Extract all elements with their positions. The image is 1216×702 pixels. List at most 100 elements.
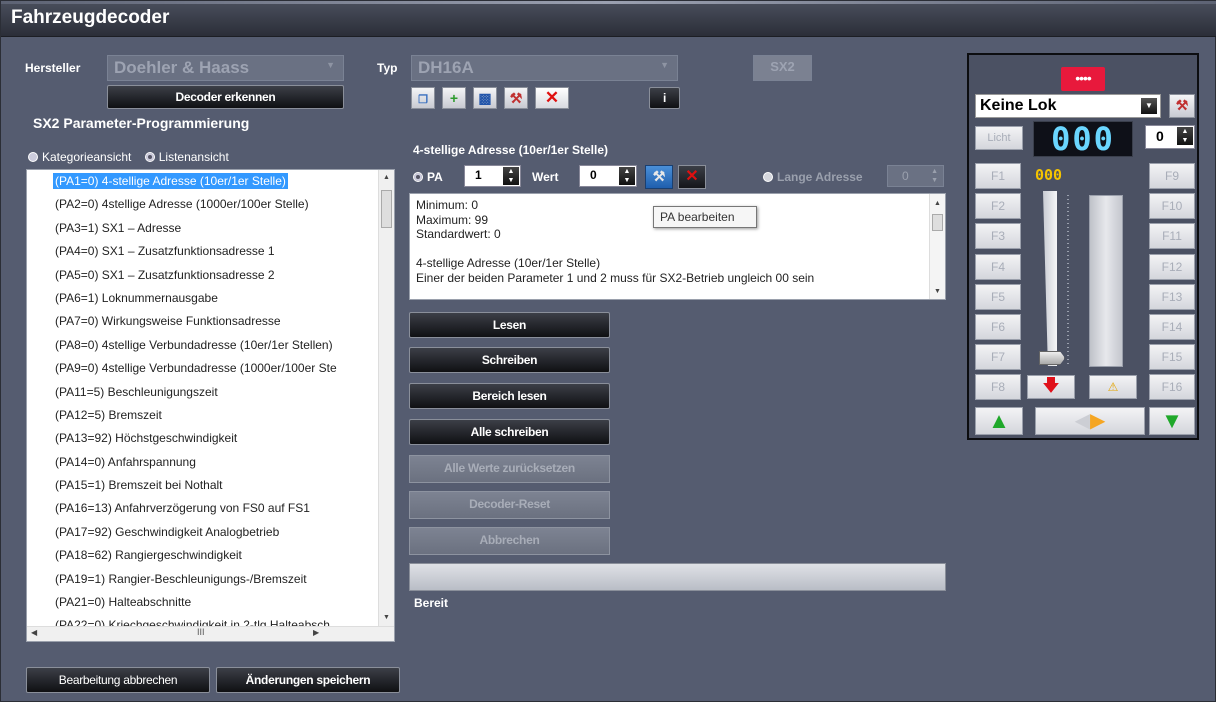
parameter-list-item[interactable]: (PA13=92) Höchstgeschwindigkeit — [27, 427, 379, 450]
parameter-list-item[interactable]: (PA6=1) Loknummernausgabe — [27, 287, 379, 310]
save-icon[interactable]: ▩ — [473, 87, 497, 109]
speed-slider-handle[interactable] — [1039, 351, 1065, 365]
parameter-list-item[interactable]: (PA17=92) Geschwindigkeit Analogbetrieb — [27, 521, 379, 544]
parameter-list-item[interactable]: (PA8=0) 4stellige Verbundadresse (10er/1… — [27, 334, 379, 357]
function-key-f2[interactable]: F2 — [975, 193, 1021, 220]
horizontal-scrollbar[interactable]: ◀ III ▶ — [27, 626, 394, 641]
info-button[interactable]: i — [649, 87, 680, 109]
function-key-f13[interactable]: F13 — [1149, 283, 1195, 310]
detect-decoder-button[interactable]: Decoder erkennen — [107, 85, 344, 109]
function-key-f11[interactable]: F11 — [1149, 223, 1195, 250]
parameter-list-item[interactable]: (PA5=0) SX1 – Zusatzfunktionsadresse 2 — [27, 264, 379, 287]
function-key-f9[interactable]: F9 — [1149, 163, 1195, 189]
parameter-label: (PA3=1) SX1 – Adresse — [55, 220, 182, 235]
category-view-radio[interactable]: Kategorieansicht — [28, 150, 131, 164]
copy-icon[interactable]: ❐ — [411, 87, 435, 109]
cancel-edit-button[interactable]: Bearbeitung abbrechen — [26, 667, 210, 693]
function-key-f16[interactable]: F16 — [1149, 374, 1195, 401]
type-value: DH16A — [418, 58, 474, 77]
parameter-list-item[interactable]: (PA18=62) Rangiergeschwindigkeit — [27, 544, 379, 567]
stepper-arrows-icon[interactable]: ▲ ▼ — [619, 167, 635, 185]
direction-reverse-icon[interactable]: ▼ — [1149, 407, 1195, 435]
delete-icon[interactable]: ✕ — [535, 87, 569, 109]
long-address-stepper[interactable]: 0 ▲ ▼ — [887, 165, 944, 187]
parameter-list-item[interactable]: (PA15=1) Bremszeit bei Nothalt — [27, 474, 379, 497]
edit-pa-wrench-icon[interactable]: ⚒ — [645, 165, 673, 189]
scroll-down-icon[interactable]: ▼ — [934, 285, 941, 300]
parameter-list-item[interactable]: (PA19=1) Rangier-Beschleunigungs-/Bremsz… — [27, 568, 379, 591]
read-range-button[interactable]: Bereich lesen — [409, 383, 610, 409]
cancel-operation-button[interactable]: Abbrechen — [409, 527, 610, 555]
scroll-up-icon[interactable]: ▲ — [383, 174, 390, 181]
loco-dropdown[interactable]: Keine Lok ▼ — [975, 94, 1161, 118]
scroll-down-icon[interactable]: ▼ — [383, 614, 390, 621]
function-key-f15[interactable]: F15 — [1149, 344, 1195, 371]
write-button[interactable]: Schreiben — [409, 347, 610, 373]
vertical-scrollbar[interactable]: ▲ ▼ — [378, 170, 394, 628]
stepper-arrows-icon[interactable]: ▲ ▼ — [1177, 127, 1193, 145]
parameter-list-item[interactable]: (PA16=13) Anfahrverzögerung von FS0 auf … — [27, 497, 379, 520]
info-scrollbar[interactable]: ▲ ▼ — [929, 194, 945, 299]
parameter-label: (PA9=0) 4stellige Verbundadresse (1000er… — [55, 361, 337, 376]
scroll-left-icon[interactable]: ◀ — [31, 628, 37, 637]
decoder-window: Fahrzeugdecoder Hersteller Doehler & Haa… — [0, 0, 1216, 702]
parameter-list-item[interactable]: (PA14=0) Anfahrspannung — [27, 451, 379, 474]
write-all-button[interactable]: Alle schreiben — [409, 419, 610, 445]
function-key-f3[interactable]: F3 — [975, 223, 1021, 250]
wrench-icon[interactable]: ⚒ — [504, 87, 528, 109]
delete-pa-icon[interactable]: ✕ — [678, 165, 706, 189]
parameter-list-item[interactable]: (PA4=0) SX1 – Zusatzfunktionsadresse 1 — [27, 240, 379, 263]
parameter-list-item[interactable]: (PA12=5) Bremszeit — [27, 404, 379, 427]
direction-forward-icon[interactable]: ▲ — [975, 407, 1023, 435]
direction-toggle[interactable]: ◀▶ — [1035, 407, 1145, 435]
pa-stepper[interactable]: 1 ▲ ▼ — [464, 165, 521, 187]
function-key-f6[interactable]: F6 — [975, 314, 1021, 340]
list-view-radio[interactable]: Listenansicht — [144, 150, 229, 164]
value-stepper[interactable]: 0 ▲ ▼ — [579, 165, 637, 187]
warning-icon[interactable]: ⚠ — [1089, 375, 1137, 399]
parameter-list-item[interactable]: (PA1=0) 4-stellige Adresse (10er/1er Ste… — [27, 170, 379, 194]
type-dropdown[interactable]: DH16A ▼ — [411, 55, 678, 81]
long-address-radio[interactable]: Lange Adresse — [763, 170, 863, 184]
manufacturer-dropdown[interactable]: Doehler & Haass ▼ — [107, 55, 344, 81]
parameter-list-item[interactable]: (PA21=0) Halteabschnitte — [27, 591, 379, 614]
parameter-list[interactable]: (PA1=0) 4-stellige Adresse (10er/1er Ste… — [26, 169, 395, 642]
scroll-thumb[interactable] — [381, 190, 392, 228]
pa-radio[interactable]: PA — [413, 170, 443, 184]
parameter-list-item[interactable]: (PA11=5) Beschleunigungszeit — [27, 381, 379, 404]
parameter-list-item[interactable]: (PA7=0) Wirkungsweise Funktionsadresse — [27, 310, 379, 333]
function-key-f7[interactable]: F7 — [975, 344, 1021, 371]
parameter-label: (PA12=5) Bremszeit — [55, 407, 162, 422]
parameter-list-item[interactable]: (PA9=0) 4stellige Verbundadresse (1000er… — [27, 357, 379, 380]
view-options: Kategorieansicht Listenansicht — [28, 150, 229, 164]
function-key-f5[interactable]: F5 — [975, 283, 1021, 310]
loco-settings-wrench-icon[interactable]: ⚒ — [1169, 94, 1195, 118]
arrow-down-red-icon[interactable]: 🡇 — [1027, 375, 1075, 399]
sx2-badge: SX2 — [753, 55, 812, 81]
speed-step-stepper[interactable]: 0 ▲ ▼ — [1145, 125, 1195, 149]
parameter-label: (PA6=1) Loknummernausgabe — [55, 290, 218, 305]
stepper-arrows-icon[interactable]: ▲ ▼ — [503, 167, 519, 185]
function-key-f1[interactable]: F1 — [975, 163, 1021, 189]
save-changes-button[interactable]: Änderungen speichern — [216, 667, 400, 693]
function-key-f8[interactable]: F8 — [975, 374, 1021, 401]
function-key-f4[interactable]: F4 — [975, 253, 1021, 280]
speed-slider-track[interactable] — [1043, 191, 1057, 366]
read-button[interactable]: Lesen — [409, 312, 610, 338]
reset-values-button[interactable]: Alle Werte zurücksetzen — [409, 455, 610, 483]
scroll-up-icon[interactable]: ▲ — [934, 197, 941, 212]
parameter-list-item[interactable]: (PA2=0) 4stellige Adresse (1000er/100er … — [27, 193, 379, 216]
parameter-label: (PA4=0) SX1 – Zusatzfunktionsadresse 1 — [55, 244, 275, 259]
add-icon[interactable]: + — [442, 87, 466, 109]
window-title: Fahrzeugdecoder — [11, 7, 170, 28]
scroll-right-icon[interactable]: ▶ — [313, 628, 319, 637]
throttle-panel: •••• Keine Lok ▼ ⚒ Licht 000 0 ▲ ▼ F1 F2 F3 F… — [967, 53, 1199, 440]
parameter-list-item[interactable]: (PA3=1) SX1 – Adresse — [27, 217, 379, 240]
function-key-f12[interactable]: F12 — [1149, 253, 1195, 280]
function-key-f14[interactable]: F14 — [1149, 314, 1195, 340]
light-button[interactable]: Licht — [975, 126, 1023, 150]
type-label: Typ — [377, 61, 398, 75]
function-key-f10[interactable]: F10 — [1149, 193, 1195, 220]
decoder-reset-button[interactable]: Decoder-Reset — [409, 491, 610, 519]
scroll-thumb[interactable] — [932, 214, 943, 231]
